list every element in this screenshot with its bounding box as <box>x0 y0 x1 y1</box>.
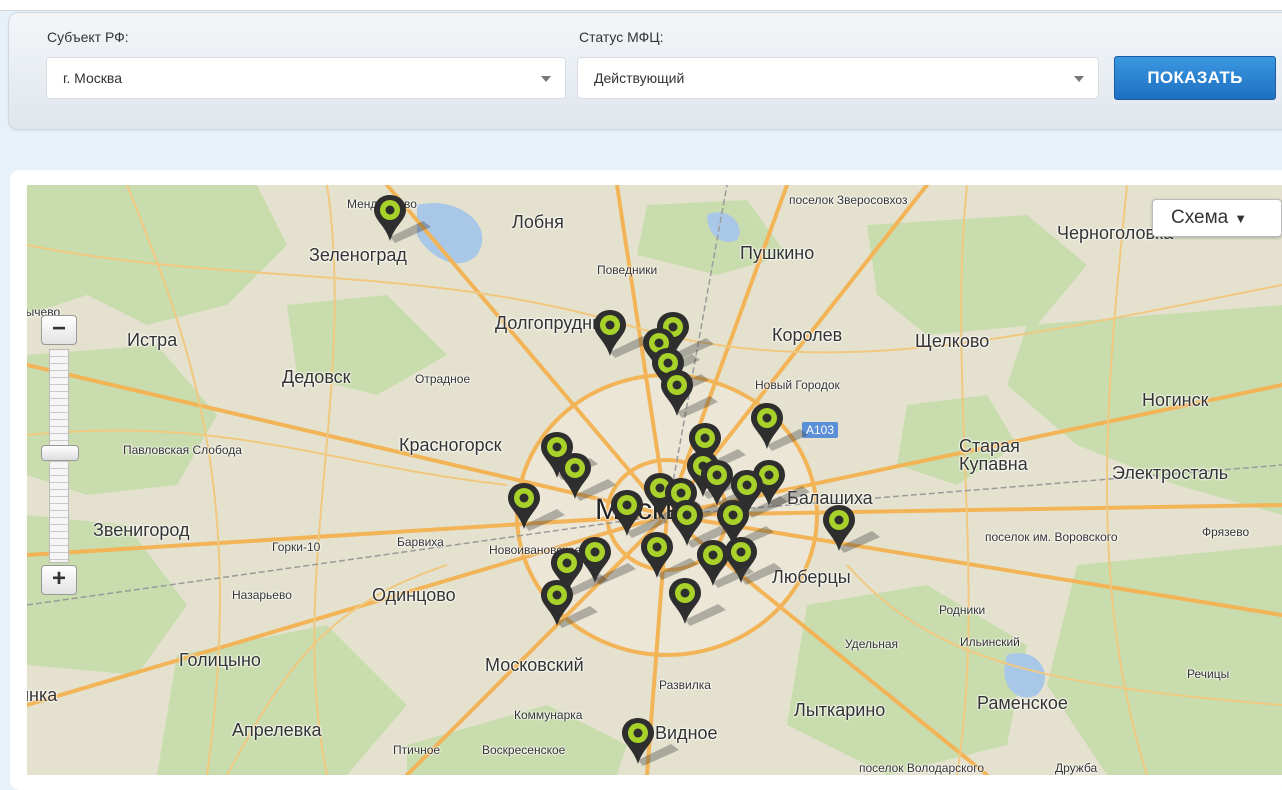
place-label: Дедовск <box>282 367 351 387</box>
place-label: Апрелевка <box>232 720 322 740</box>
place-label: Старая Купавна <box>959 436 1028 474</box>
place-label: Родники <box>939 603 986 617</box>
place-label: Кубинка <box>27 685 58 705</box>
mfc-marker-icon[interactable] <box>621 716 679 772</box>
place-label: Барвиха <box>397 535 444 549</box>
zoom-control: − + <box>41 315 79 595</box>
triangle-down-icon: ▼ <box>1234 211 1248 226</box>
place-label: Ногинск <box>1142 390 1209 410</box>
place-label: Ильинский <box>960 635 1020 649</box>
map-canvas[interactable]: Менделеево Лобня Зеленоград Пушкино Черн… <box>27 185 1282 775</box>
mfc-marker-icon[interactable] <box>540 578 598 634</box>
place-label: Лобня <box>512 212 564 232</box>
place-label: Раменское <box>977 693 1068 713</box>
mfc-marker-icon[interactable] <box>750 401 808 457</box>
place-label: Новый Городок <box>755 378 840 392</box>
status-select[interactable]: Действующий <box>577 57 1099 99</box>
region-label: Субъект РФ: <box>47 29 129 45</box>
mfc-marker-icon[interactable] <box>822 503 880 559</box>
mfc-marker-icon[interactable] <box>373 193 431 249</box>
status-select-value: Действующий <box>594 70 685 86</box>
zoom-slider-handle[interactable] <box>41 445 79 461</box>
place-label: Одинцово <box>372 585 456 605</box>
map-type-label: Схема <box>1171 207 1229 228</box>
mfc-marker-icon[interactable] <box>593 308 651 364</box>
place-label: Коммунарка <box>514 708 583 722</box>
mfc-marker-icon[interactable] <box>670 498 728 554</box>
mfc-marker-icon[interactable] <box>507 481 565 537</box>
place-label: Горки-10 <box>272 540 321 554</box>
region-select[interactable]: г. Москва <box>46 57 566 99</box>
zoom-out-button[interactable]: − <box>41 315 77 345</box>
place-label: Истра <box>127 330 178 350</box>
show-button[interactable]: ПОКАЗАТЬ <box>1114 56 1276 100</box>
place-label: Московский <box>485 655 584 675</box>
mfc-marker-icon[interactable] <box>730 468 788 524</box>
region-select-value: г. Москва <box>63 70 122 86</box>
place-label: Королев <box>772 325 843 345</box>
place-label: Голицыно <box>179 650 261 670</box>
place-label: Щелково <box>915 331 990 351</box>
place-label: Отрадное <box>415 372 471 386</box>
chevron-down-icon <box>1074 76 1084 82</box>
place-label: Пушкино <box>740 243 815 263</box>
place-label: Назарьево <box>232 588 292 602</box>
place-label: Лыткарино <box>794 700 886 720</box>
chevron-down-icon <box>541 76 551 82</box>
place-label: Красногорск <box>399 435 502 455</box>
place-label: поселок им. Воровского <box>985 530 1118 544</box>
place-label: Развилка <box>659 678 711 692</box>
place-label: Птичное <box>393 743 441 757</box>
zoom-in-button[interactable]: + <box>41 565 77 595</box>
place-label: Павловская Слобода <box>123 443 242 457</box>
map-type-dropdown[interactable]: Схема ▼ <box>1152 199 1282 237</box>
place-label: Дружба <box>1055 761 1098 775</box>
mfc-marker-icon[interactable] <box>660 368 718 424</box>
place-label: Речицы <box>1187 667 1230 681</box>
place-label: Поведники <box>597 263 658 277</box>
place-label: Электросталь <box>1112 463 1229 483</box>
filter-panel: Субъект РФ: г. Москва Статус МФЦ: Действ… <box>8 12 1282 130</box>
place-label: поселок Володарского <box>859 761 984 775</box>
top-strip <box>0 0 1282 11</box>
place-label: поселок Зверосовхоз <box>789 193 908 207</box>
place-label: Воскресенское <box>482 743 566 757</box>
place-label: Звенигород <box>93 520 190 540</box>
place-label: Фрязево <box>1202 525 1250 539</box>
mfc-marker-icon[interactable] <box>610 488 668 544</box>
mfc-marker-icon[interactable] <box>668 576 726 632</box>
status-label: Статус МФЦ: <box>579 29 664 45</box>
place-label: Удельная <box>845 637 899 651</box>
